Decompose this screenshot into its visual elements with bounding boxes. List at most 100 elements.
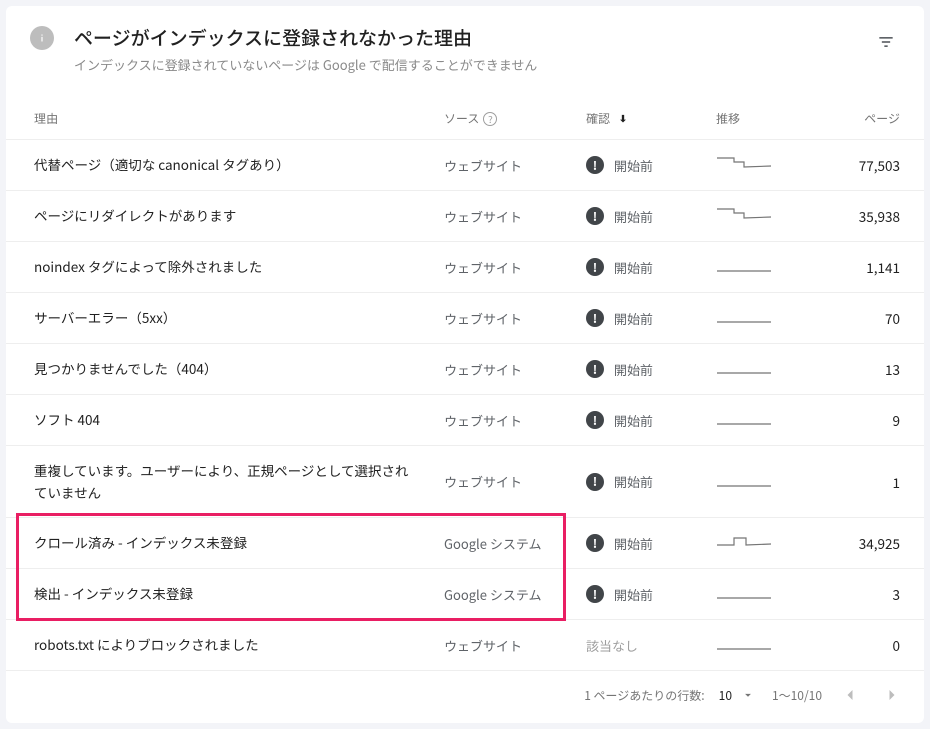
trend-cell: [716, 256, 796, 278]
source-cell: ウェブサイト: [444, 309, 586, 328]
status-label: 開始前: [614, 207, 653, 226]
table-footer: 1 ページあたりの行数: 10 1～10/10: [6, 670, 924, 723]
reason-cell: noindex タグによって除外されました: [34, 256, 444, 278]
source-cell: ウェブサイト: [444, 360, 586, 379]
status-cell: ! 開始前: [586, 472, 716, 491]
col-header-reason[interactable]: 理由: [34, 110, 444, 127]
pages-cell: 0: [796, 635, 900, 655]
alert-icon: !: [586, 309, 604, 327]
card-title: ページがインデックスに登録されなかった理由: [74, 24, 868, 51]
col-header-source-label: ソース: [444, 110, 479, 127]
col-header-pages[interactable]: ページ: [796, 110, 900, 127]
card-header: ページがインデックスに登録されなかった理由 インデックスに登録されていないページ…: [6, 6, 924, 82]
table-row[interactable]: 検出 - インデックス未登録Google システム!開始前 3: [6, 568, 924, 619]
help-icon[interactable]: ?: [483, 112, 497, 126]
reason-cell: 検出 - インデックス未登録: [34, 583, 444, 605]
reason-cell: 見つかりませんでした（404）: [34, 358, 444, 380]
sparkline-icon: [716, 409, 772, 427]
next-page-button[interactable]: [878, 681, 906, 709]
alert-icon: !: [586, 207, 604, 225]
table-row[interactable]: 見つかりませんでした（404）ウェブサイト!開始前13: [6, 343, 924, 394]
table-body: 代替ページ（適切な canonical タグあり）ウェブサイト!開始前77,50…: [6, 139, 924, 670]
pages-cell: 70: [796, 308, 900, 328]
alert-icon: !: [586, 534, 604, 552]
source-cell: ウェブサイト: [444, 156, 586, 175]
prev-page-button[interactable]: [836, 681, 864, 709]
source-cell: Google システム: [444, 534, 586, 553]
status-label: 開始前: [614, 411, 653, 430]
card-subtitle: インデックスに登録されていないページは Google で配信することができません: [74, 55, 868, 74]
sparkline-icon: [716, 532, 772, 550]
table-row[interactable]: robots.txt によりブロックされましたウェブサイト該当なし0: [6, 619, 924, 670]
reason-cell: クロール済み - インデックス未登録: [34, 532, 444, 554]
status-cell: ! 開始前: [586, 309, 716, 328]
sort-descending-icon: [616, 112, 630, 126]
source-cell: ウェブサイト: [444, 472, 586, 491]
alert-icon: !: [586, 156, 604, 174]
status-cell: 該当なし: [586, 636, 716, 655]
source-cell: Google システム: [444, 585, 586, 604]
table-row[interactable]: ソフト 404ウェブサイト!開始前9: [6, 394, 924, 445]
status-label: 開始前: [614, 472, 653, 491]
source-cell: ウェブサイト: [444, 411, 586, 430]
pages-cell: 34,925: [796, 533, 900, 553]
table-header: 理由 ソース ? 確認 推移 ページ: [6, 82, 924, 139]
status-cell: ! 開始前: [586, 258, 716, 277]
filter-button[interactable]: [868, 24, 904, 60]
status-cell: ! 開始前: [586, 411, 716, 430]
trend-cell: [716, 471, 796, 493]
status-cell: ! 開始前: [586, 534, 716, 553]
pages-cell: 77,503: [796, 155, 900, 175]
not-indexed-reasons-card: ページがインデックスに登録されなかった理由 インデックスに登録されていないページ…: [6, 6, 924, 723]
table-row[interactable]: サーバーエラー（5xx）ウェブサイト! 開始前 70: [6, 292, 924, 343]
status-label: 開始前: [614, 534, 653, 553]
rows-per-page-select[interactable]: 10: [719, 685, 758, 705]
source-cell: ウェブサイト: [444, 258, 586, 277]
alert-icon: !: [586, 585, 604, 603]
sparkline-icon: [716, 583, 772, 601]
pages-cell: 13: [796, 359, 900, 379]
trend-cell: [716, 358, 796, 380]
sparkline-icon: [716, 256, 772, 274]
sparkline-icon: [716, 154, 772, 172]
table-row[interactable]: クロール済み - インデックス未登録Google システム! 開始前 34,925: [6, 517, 924, 568]
sparkline-icon: [716, 634, 772, 652]
pages-cell: 1: [796, 472, 900, 492]
info-icon: [30, 26, 54, 50]
col-header-source[interactable]: ソース ?: [444, 110, 586, 127]
reason-cell: ソフト 404: [34, 409, 444, 431]
pagination-range: 1～10/10: [772, 687, 822, 704]
pages-cell: 35,938: [796, 206, 900, 226]
status-label: 開始前: [614, 309, 653, 328]
status-cell: ! 開始前: [586, 207, 716, 226]
reason-cell: ページにリダイレクトがあります: [34, 205, 444, 227]
status-na-label: 該当なし: [586, 636, 638, 655]
source-cell: ウェブサイト: [444, 636, 586, 655]
table-row[interactable]: 重複しています。ユーザーにより、正規ページとして選択されていませんウェブサイト!…: [6, 445, 924, 517]
sparkline-icon: [716, 358, 772, 376]
status-label: 開始前: [614, 156, 653, 175]
status-cell: ! 開始前: [586, 156, 716, 175]
chevron-down-icon: [738, 685, 758, 705]
source-cell: ウェブサイト: [444, 207, 586, 226]
status-label: 開始前: [614, 258, 653, 277]
reason-cell: 代替ページ（適切な canonical タグあり）: [34, 154, 444, 176]
alert-icon: !: [586, 411, 604, 429]
pages-cell: 1,141: [796, 257, 900, 277]
status-cell: !開始前: [586, 585, 716, 604]
col-header-trend[interactable]: 推移: [716, 110, 796, 127]
alert-icon: !: [586, 473, 604, 491]
reason-cell: 重複しています。ユーザーにより、正規ページとして選択されていません: [34, 460, 444, 503]
col-header-status[interactable]: 確認: [586, 110, 716, 127]
trend-cell: [716, 583, 796, 605]
table-row[interactable]: noindex タグによって除外されましたウェブサイト! 開始前 1,141: [6, 241, 924, 292]
reason-cell: サーバーエラー（5xx）: [34, 307, 444, 329]
rows-per-page-label: 1 ページあたりの行数:: [584, 687, 704, 704]
trend-cell: [716, 154, 796, 176]
trend-cell: [716, 532, 796, 554]
pages-cell: 3: [796, 584, 900, 604]
trend-cell: [716, 307, 796, 329]
table-row[interactable]: 代替ページ（適切な canonical タグあり）ウェブサイト! 開始前 77,50…: [6, 139, 924, 190]
table-row[interactable]: ページにリダイレクトがありますウェブサイト! 開始前 35,938: [6, 190, 924, 241]
alert-icon: !: [586, 258, 604, 276]
